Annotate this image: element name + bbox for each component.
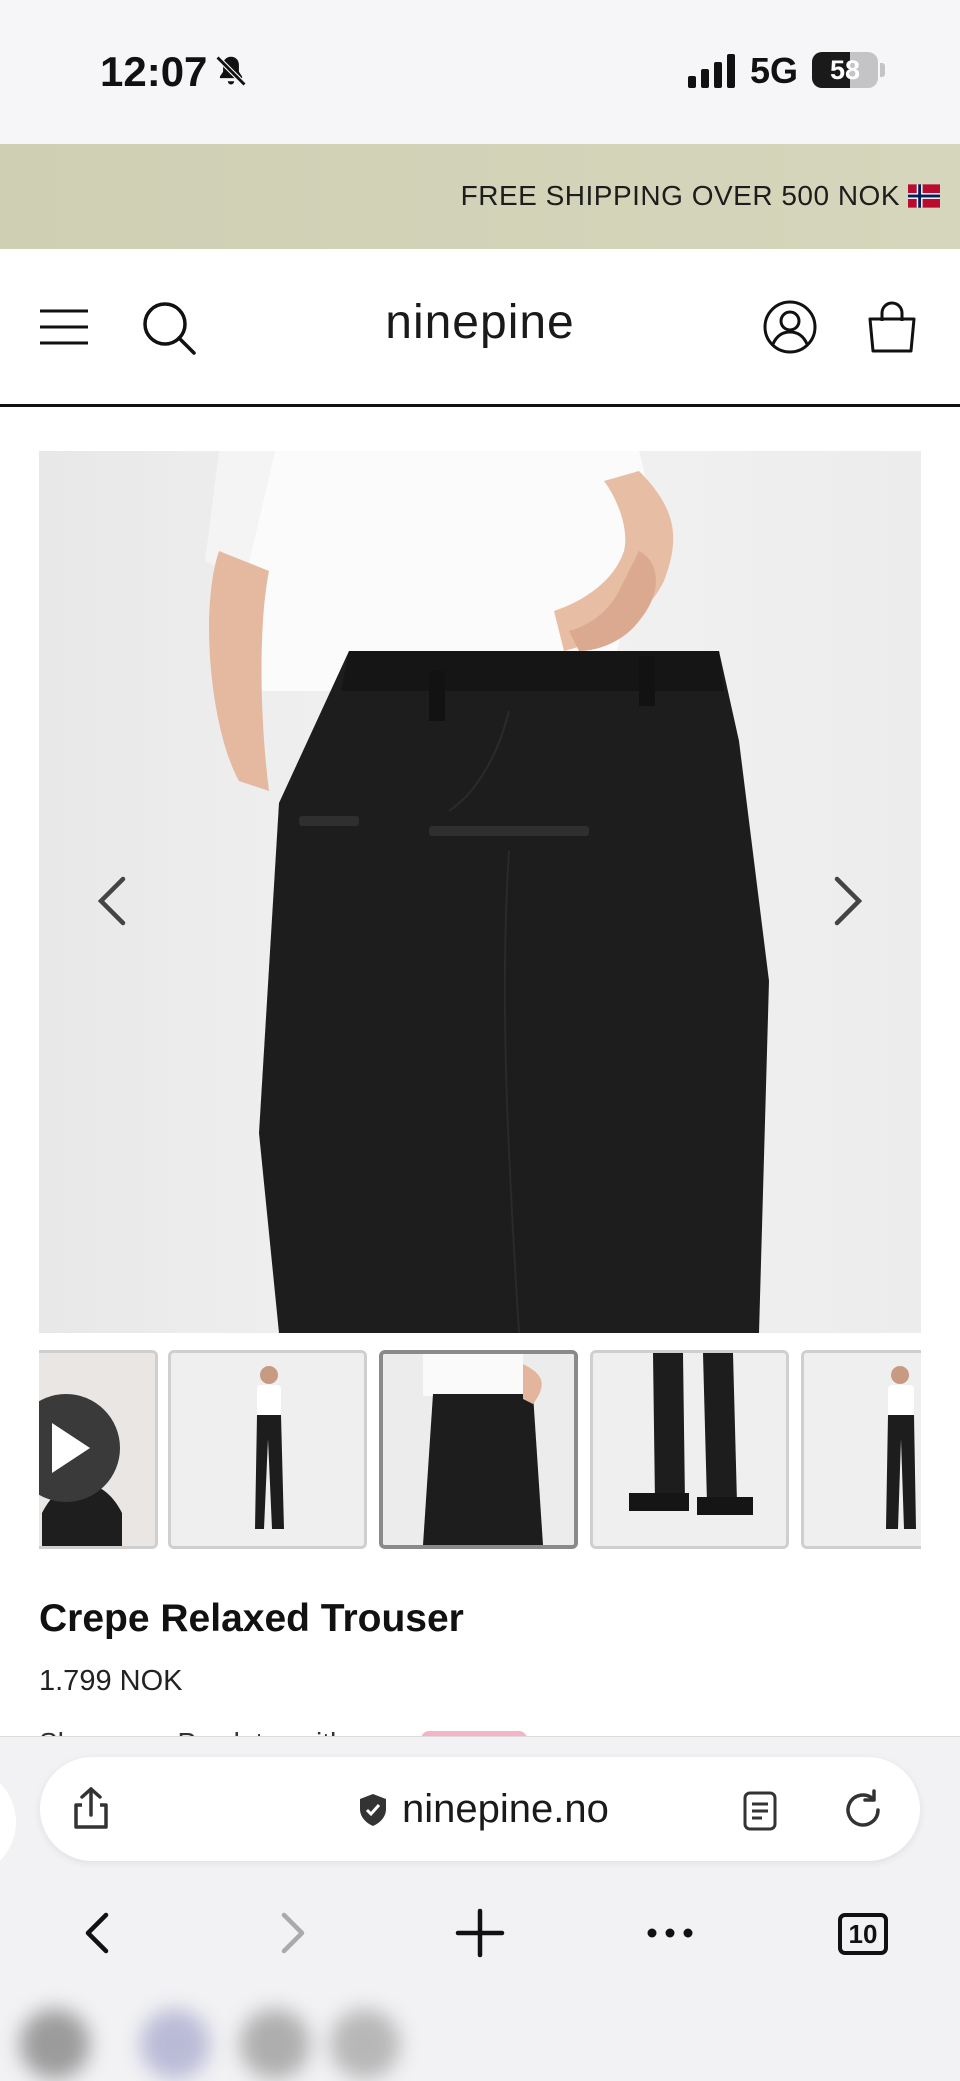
battery-indicator: 58 xyxy=(812,52,878,88)
thumbnail-4[interactable] xyxy=(590,1350,789,1549)
norway-flag-icon xyxy=(908,184,940,208)
thumbnail-2[interactable] xyxy=(168,1350,367,1549)
previous-image-arrow-icon[interactable] xyxy=(89,871,135,931)
promo-banner[interactable]: FREE SHIPPING OVER 500 NOK xyxy=(0,144,960,249)
tabs-count-button[interactable]: 10 xyxy=(838,1913,888,1955)
product-title: Crepe Relaxed Trouser xyxy=(39,1597,464,1640)
cellular-signal-icon xyxy=(688,54,735,88)
url-text: ninepine.no xyxy=(402,1787,609,1831)
status-time: 12:07 xyxy=(100,48,208,95)
thumbnail-video[interactable] xyxy=(39,1350,158,1549)
shopping-bag-icon[interactable] xyxy=(862,297,922,357)
back-icon[interactable] xyxy=(68,1903,128,1963)
more-options-icon[interactable] xyxy=(640,1903,700,1963)
blurred-favorites xyxy=(0,1987,420,2081)
reload-icon[interactable] xyxy=(842,1789,884,1831)
next-image-arrow-icon[interactable] xyxy=(825,871,871,931)
product-price: 1.799 NOK xyxy=(39,1665,183,1697)
account-icon[interactable] xyxy=(760,297,820,357)
network-type: 5G xyxy=(750,50,799,91)
thumbnail-strip[interactable] xyxy=(39,1348,921,1554)
battery-tip xyxy=(880,63,885,77)
reader-mode-icon[interactable] xyxy=(742,1791,778,1831)
silent-bell-icon xyxy=(215,55,247,87)
thumbnail-5[interactable] xyxy=(801,1350,921,1549)
battery-percent: 58 xyxy=(829,55,861,85)
address-bar[interactable]: ninepine.no xyxy=(40,1757,920,1861)
site-header: ninepine xyxy=(0,249,960,407)
forward-icon[interactable] xyxy=(262,1903,322,1963)
trouser-back-photo xyxy=(39,451,921,1333)
previous-tab-edge[interactable] xyxy=(0,1767,16,1877)
promo-text: FREE SHIPPING OVER 500 NOK xyxy=(460,180,900,211)
product-main-image[interactable] xyxy=(39,451,921,1333)
thumbnail-3-active[interactable] xyxy=(379,1350,578,1549)
new-tab-plus-icon[interactable] xyxy=(450,1903,510,1963)
secure-shield-icon xyxy=(360,1794,386,1826)
share-icon[interactable] xyxy=(68,1785,114,1831)
product-section: Crepe Relaxed Trouser 1.799 NOK Shop now… xyxy=(0,407,960,1753)
browser-toolbar: ninepine.no 10 xyxy=(0,1736,960,2081)
status-bar: 12:07 5G 58 xyxy=(0,0,960,144)
